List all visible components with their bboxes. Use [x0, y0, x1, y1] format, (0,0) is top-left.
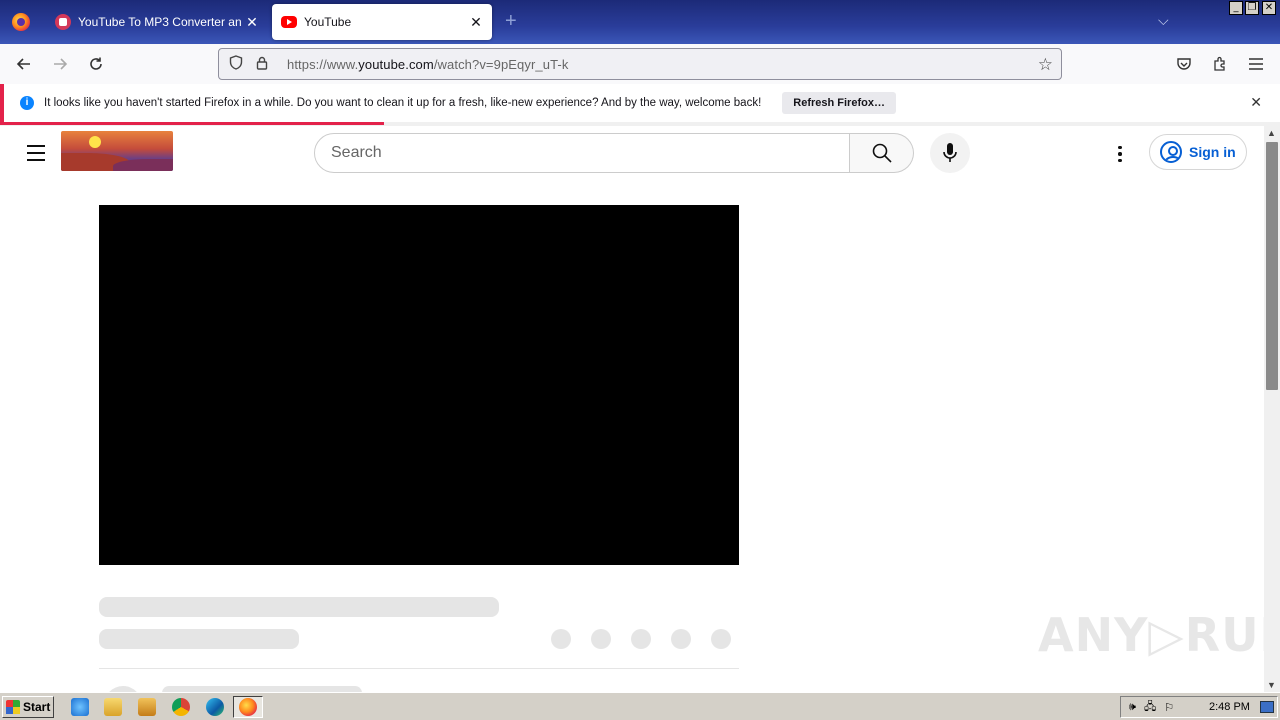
restore-button[interactable]: ❐: [1245, 1, 1259, 15]
media-player-icon[interactable]: [138, 698, 156, 716]
url-text[interactable]: https://www.youtube.com/watch?v=9pEqyr_u…: [287, 57, 568, 72]
vertical-scrollbar[interactable]: ▲ ▼: [1264, 126, 1280, 692]
close-icon[interactable]: ✕: [242, 14, 262, 31]
tab-youtube-mp3-converter[interactable]: YouTube To MP3 Converter and Do ✕: [46, 4, 268, 40]
close-icon[interactable]: ✕: [466, 14, 486, 31]
user-avatar-icon: [1160, 141, 1182, 163]
youtube-page: Sign in ANY▷RUN: [0, 126, 1264, 692]
info-icon: i: [20, 96, 34, 110]
windows-taskbar: Start 🕪 🖧 ⚐ 2:48 PM: [0, 692, 1280, 720]
file-explorer-icon[interactable]: [104, 698, 122, 716]
action-placeholder: [671, 629, 691, 649]
edge-icon[interactable]: [206, 698, 224, 716]
extensions-icon[interactable]: [1208, 52, 1232, 76]
minimize-button[interactable]: _: [1229, 1, 1243, 15]
tab-title: YouTube: [304, 15, 352, 29]
channel-placeholder: [99, 629, 299, 649]
more-options-icon[interactable]: [1108, 142, 1132, 166]
navigation-toolbar: https://www.youtube.com/watch?v=9pEqyr_u…: [0, 44, 1280, 84]
anyrun-watermark: ANY▷RUN: [1038, 608, 1264, 662]
system-tray: 🕪 🖧 ⚐ 2:48 PM: [1120, 696, 1278, 718]
new-tab-button[interactable]: +: [505, 10, 517, 33]
voice-search-button[interactable]: [930, 133, 970, 173]
close-icon[interactable]: ✕: [1250, 94, 1262, 111]
firefox-icon: [239, 698, 257, 716]
progress-fill: [0, 122, 384, 125]
firefox-icon: [12, 13, 30, 31]
network-icon[interactable]: 🖧: [1144, 698, 1156, 717]
back-arrow-icon[interactable]: [12, 52, 36, 76]
address-bar[interactable]: https://www.youtube.com/watch?v=9pEqyr_u…: [218, 48, 1062, 80]
search-input[interactable]: [314, 133, 850, 173]
search-button[interactable]: [850, 133, 914, 173]
divider: [99, 668, 739, 669]
lock-icon[interactable]: [253, 56, 271, 73]
video-player[interactable]: [99, 205, 739, 565]
search-box: [314, 133, 914, 173]
volume-icon[interactable]: 🕪: [1129, 701, 1136, 714]
reload-icon[interactable]: [84, 52, 108, 76]
scroll-up-arrow-icon[interactable]: ▲: [1267, 128, 1276, 138]
chrome-icon[interactable]: [172, 698, 190, 716]
title-placeholder: [99, 597, 499, 617]
show-desktop-icon[interactable]: [1260, 701, 1274, 713]
action-placeholder: [711, 629, 731, 649]
scroll-down-arrow-icon[interactable]: ▼: [1267, 680, 1276, 690]
forward-arrow-icon[interactable]: [48, 52, 72, 76]
youtube-doodle-logo[interactable]: [61, 131, 173, 171]
action-placeholder: [551, 629, 571, 649]
tab-strip: YouTube To MP3 Converter and Do ✕ YouTub…: [0, 0, 1280, 44]
action-center-flag-icon[interactable]: ⚐: [1164, 701, 1174, 714]
notification-bar: i It looks like you haven't started Fire…: [0, 84, 1280, 122]
action-placeholder: [631, 629, 651, 649]
scroll-thumb[interactable]: [1266, 142, 1278, 390]
firefox-menu-button[interactable]: [0, 0, 42, 44]
shield-icon[interactable]: [227, 55, 245, 73]
microphone-icon: [943, 143, 957, 162]
start-button[interactable]: Start: [2, 696, 54, 718]
sign-in-button[interactable]: Sign in: [1149, 134, 1247, 170]
mp3-converter-icon: [55, 14, 71, 30]
tab-youtube[interactable]: YouTube ✕: [272, 4, 492, 40]
windows-logo-icon: [6, 700, 20, 714]
url-domain: youtube.com: [358, 56, 434, 72]
hamburger-menu-icon[interactable]: [1244, 52, 1268, 76]
refresh-firefox-button[interactable]: Refresh Firefox…: [782, 92, 896, 114]
internet-explorer-icon[interactable]: [71, 698, 89, 716]
action-placeholder: [591, 629, 611, 649]
search-icon: [872, 143, 892, 163]
url-prefix: https://www.: [287, 56, 359, 72]
chevron-down-icon[interactable]: ⌵: [1158, 12, 1169, 29]
close-window-button[interactable]: ✕: [1262, 1, 1276, 15]
pocket-icon[interactable]: [1172, 52, 1196, 76]
tab-title: YouTube To MP3 Converter and Do: [78, 15, 242, 29]
start-label: Start: [23, 700, 51, 714]
clock[interactable]: 2:48 PM: [1209, 701, 1250, 713]
sign-in-label: Sign in: [1189, 144, 1236, 160]
bookmark-star-icon[interactable]: ☆: [1038, 55, 1053, 75]
youtube-favicon: [281, 16, 297, 28]
url-path: /watch?v=9pEqyr_uT-k: [433, 56, 569, 72]
taskbar-firefox-button[interactable]: [233, 696, 263, 718]
guide-menu-icon[interactable]: [27, 145, 45, 166]
notification-message: It looks like you haven't started Firefo…: [44, 97, 762, 109]
